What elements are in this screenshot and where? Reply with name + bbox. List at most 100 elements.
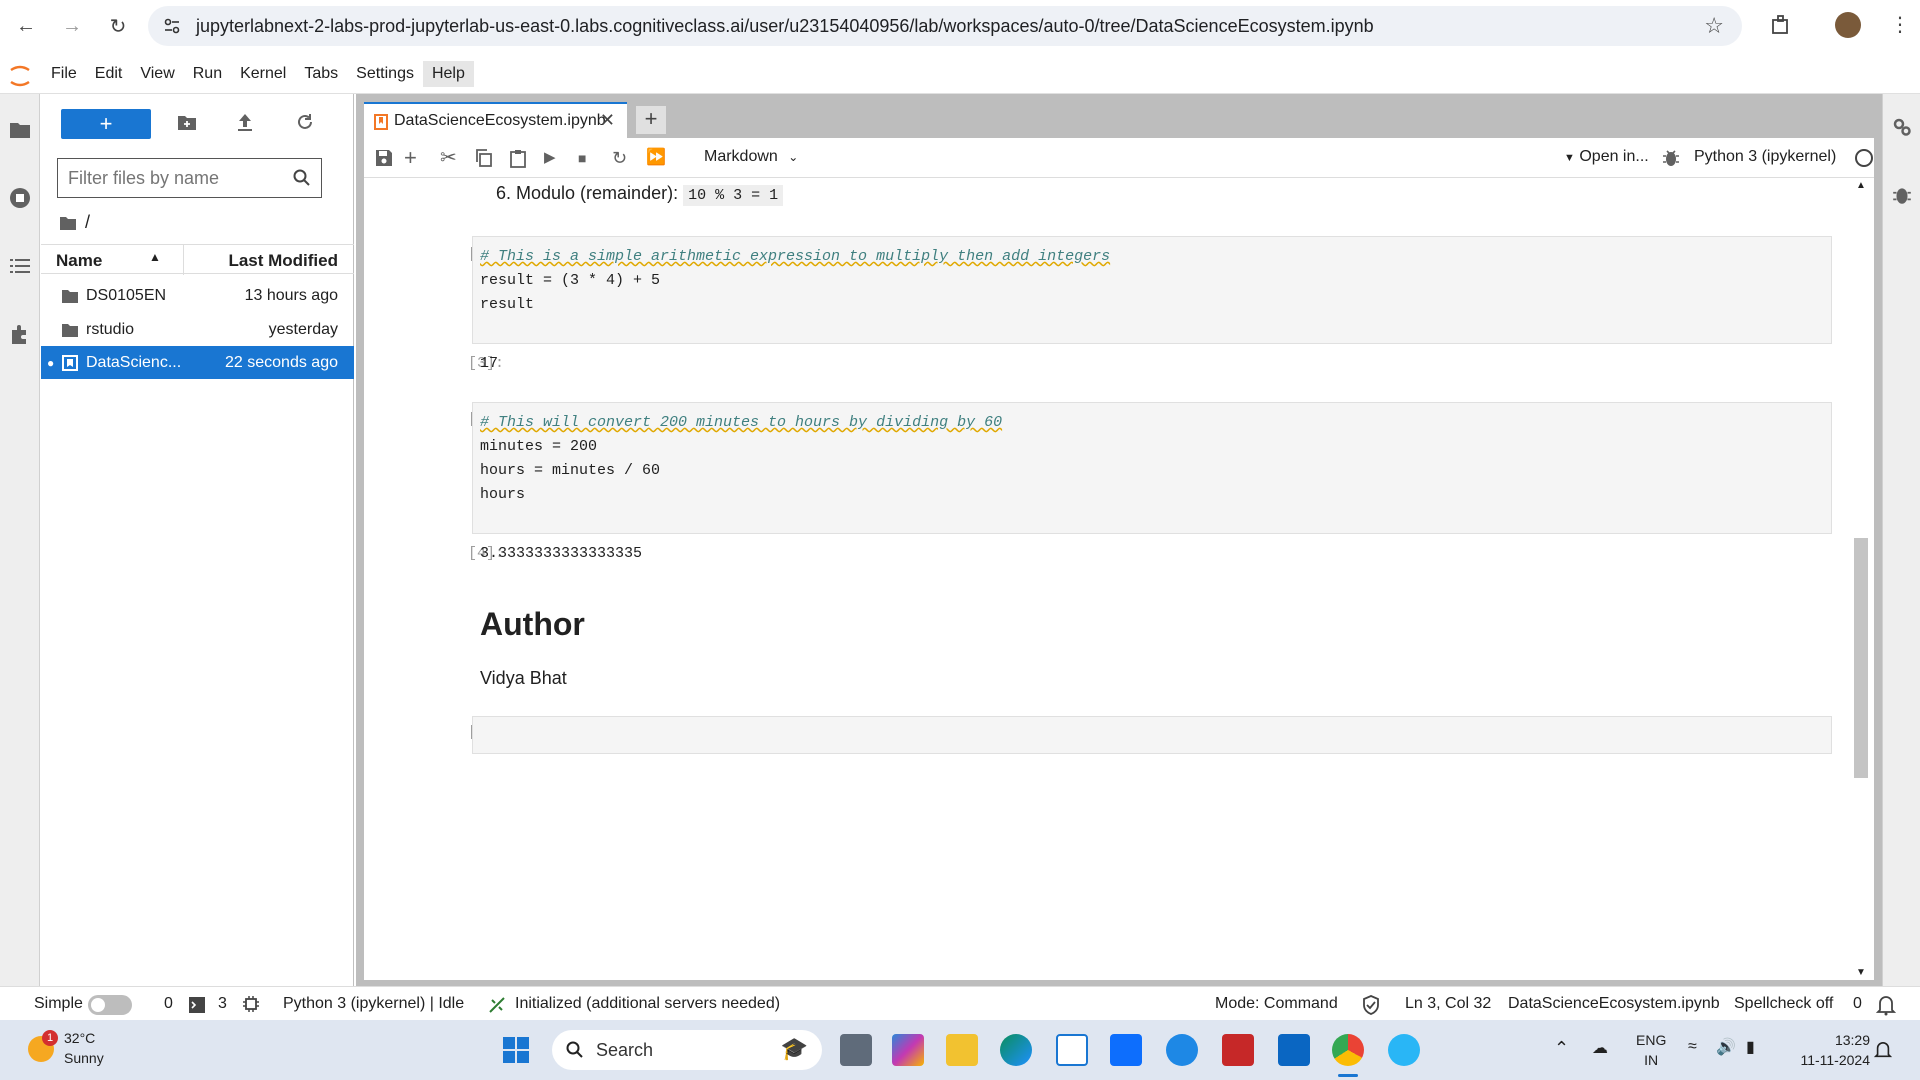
run-icon[interactable]: ▶ (544, 148, 564, 168)
add-cell-icon[interactable]: + (404, 147, 424, 169)
file-row-selected[interactable]: ● DataScienc... 22 seconds ago (41, 346, 354, 379)
empty-code-cell[interactable] (472, 716, 1832, 754)
menu-run[interactable]: Run (184, 61, 231, 87)
fast-forward-icon[interactable]: ⏩ (646, 148, 666, 168)
browser-menu-icon[interactable]: ⋮ (1890, 12, 1910, 37)
task-view-icon[interactable] (840, 1034, 872, 1066)
kernel-count[interactable]: 3 (218, 995, 227, 1013)
cut-icon[interactable]: ✂ (440, 148, 460, 168)
open-in-button[interactable]: ▼ Open in... (1564, 148, 1649, 166)
lsp-status[interactable]: Initialized (additional servers needed) (515, 995, 780, 1013)
network-off-icon[interactable]: ☁ (1592, 1038, 1608, 1058)
extension-manager-icon[interactable] (8, 322, 32, 346)
new-tab-button[interactable]: + (636, 106, 666, 134)
menu-tabs[interactable]: Tabs (295, 61, 347, 87)
site-settings-icon[interactable] (162, 16, 182, 36)
copy-icon[interactable] (474, 148, 494, 168)
stop-icon[interactable]: ■ (578, 148, 598, 168)
file-row[interactable]: DS0105EN 13 hours ago (41, 279, 354, 312)
folder-icon[interactable] (8, 118, 32, 142)
scroll-down-icon[interactable]: ▼ (1856, 967, 1866, 978)
menu-kernel[interactable]: Kernel (231, 61, 295, 87)
notebook-content[interactable]: 6. Modulo (remainder): 10 % 3 = 1 [3]: #… (364, 178, 1874, 980)
refresh-icon[interactable] (294, 111, 316, 133)
copilot-icon[interactable] (892, 1034, 924, 1066)
forward-icon[interactable]: → (60, 14, 84, 38)
new-folder-icon[interactable] (176, 111, 198, 133)
left-activity-bar (0, 94, 40, 986)
chevron-up-icon[interactable]: ⌃ (1554, 1038, 1569, 1059)
table-of-contents-icon[interactable] (8, 254, 32, 278)
file-explorer-icon[interactable] (946, 1034, 978, 1066)
menu-view[interactable]: View (131, 61, 183, 87)
terminal-icon[interactable] (188, 996, 206, 1014)
notebook-scrollbar[interactable]: ▲ ▼ (1854, 178, 1868, 980)
address-bar[interactable]: jupyterlabnext-2-labs-prod-jupyterlab-us… (148, 6, 1742, 46)
file-modified: 22 seconds ago (225, 353, 338, 371)
paste-icon[interactable] (508, 148, 528, 168)
system-clock[interactable]: 13:29 11-11-2024 (1800, 1030, 1870, 1070)
volume-icon[interactable]: 🔊 (1716, 1037, 1736, 1057)
profile-avatar[interactable] (1835, 12, 1861, 38)
lsp-icon (489, 997, 505, 1013)
open-in-label: Open in... (1579, 148, 1649, 165)
notification-count[interactable]: 0 (1853, 995, 1862, 1013)
file-row[interactable]: rstudio yesterday (41, 313, 354, 346)
back-icon[interactable]: ← (14, 14, 38, 38)
edge-icon[interactable] (1000, 1034, 1032, 1066)
help-icon[interactable] (1166, 1034, 1198, 1066)
language-line1: ENG (1636, 1032, 1667, 1048)
spellcheck-status[interactable]: Spellcheck off (1734, 995, 1833, 1013)
menu-settings[interactable]: Settings (347, 61, 423, 87)
menu-edit[interactable]: Edit (86, 61, 132, 87)
globe-app-icon[interactable] (1388, 1034, 1420, 1066)
scrollbar-thumb[interactable] (1854, 538, 1868, 778)
cursor-position[interactable]: Ln 3, Col 32 (1405, 995, 1491, 1013)
url-text: jupyterlabnext-2-labs-prod-jupyterlab-us… (196, 15, 1374, 36)
running-sessions-icon[interactable] (8, 186, 32, 210)
notification-bell-icon[interactable] (1874, 1040, 1892, 1060)
myhp-icon[interactable] (1110, 1034, 1142, 1066)
scroll-up-icon[interactable]: ▲ (1856, 180, 1866, 191)
notebook-tab[interactable]: DataScienceEcosystem.ipynb ✕ (364, 102, 627, 138)
simple-mode-toggle[interactable] (88, 995, 132, 1015)
bookmark-star-icon[interactable]: ☆ (1704, 13, 1724, 39)
home-folder-icon[interactable] (59, 215, 77, 231)
column-modified-header[interactable]: Last Modified (228, 251, 338, 271)
windows-start-icon[interactable] (502, 1036, 530, 1064)
chrome-icon[interactable] (1332, 1034, 1364, 1066)
wifi-icon[interactable]: ≈ (1688, 1038, 1697, 1056)
menu-file[interactable]: File (42, 61, 86, 87)
property-inspector-icon[interactable] (1891, 116, 1913, 138)
extensions-icon[interactable] (1770, 14, 1792, 36)
new-launcher-button[interactable]: + (61, 109, 151, 139)
filter-files-box[interactable] (57, 158, 322, 198)
kernel-status[interactable]: Python 3 (ipykernel) | Idle (283, 995, 464, 1013)
code-cell[interactable]: # This will convert 200 minutes to hours… (472, 402, 1832, 534)
code-line: result (480, 296, 535, 313)
save-icon[interactable] (374, 148, 394, 168)
cell-type-select[interactable]: Markdown ⌄ (704, 148, 798, 166)
debugger-icon[interactable] (1662, 148, 1680, 168)
kernel-chip-icon[interactable] (242, 995, 260, 1013)
menu-help[interactable]: Help (422, 61, 474, 87)
taskbar-search[interactable]: Search 🎓 (552, 1030, 822, 1070)
mcafee-icon[interactable] (1222, 1034, 1254, 1066)
reload-icon[interactable]: ↻ (106, 14, 130, 38)
store-icon[interactable] (1056, 1034, 1088, 1066)
debugger-panel-icon[interactable] (1892, 184, 1912, 206)
upload-icon[interactable] (234, 111, 256, 133)
bell-icon[interactable] (1876, 994, 1896, 1016)
breadcrumb-root[interactable]: / (85, 212, 90, 233)
restart-icon[interactable]: ↻ (612, 148, 632, 168)
terminal-count[interactable]: 0 (164, 995, 173, 1013)
filter-files-input[interactable] (68, 167, 288, 189)
column-name-header[interactable]: Name (56, 251, 102, 271)
kernel-name-button[interactable]: Python 3 (ipykernel) (1694, 148, 1836, 166)
outlook-icon[interactable] (1278, 1034, 1310, 1066)
language-indicator[interactable]: ENG IN (1636, 1030, 1666, 1070)
code-cell[interactable]: # This is a simple arithmetic expression… (472, 236, 1832, 344)
breadcrumb[interactable]: / (59, 212, 90, 233)
close-icon[interactable]: ✕ (600, 110, 615, 131)
battery-icon[interactable]: ▮ (1746, 1037, 1755, 1057)
